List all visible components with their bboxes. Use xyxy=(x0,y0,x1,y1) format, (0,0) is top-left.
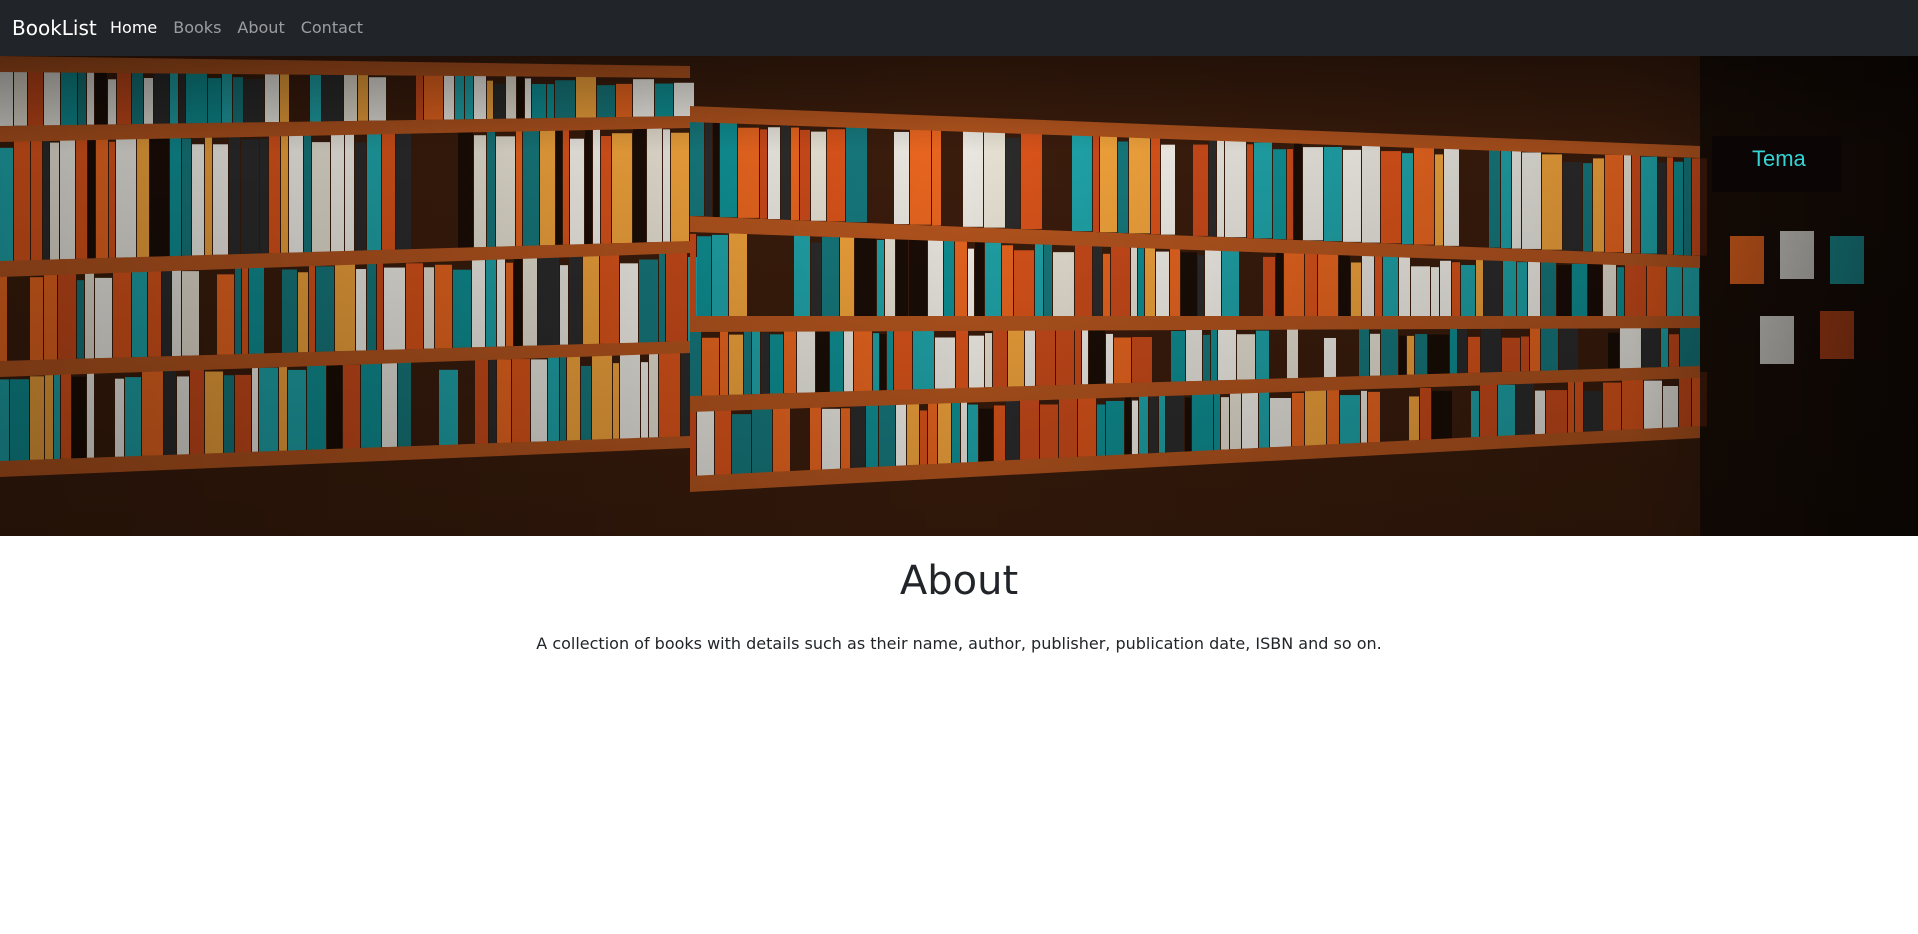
nav-links: Home Books About Contact xyxy=(110,0,379,56)
hero-bookshelf-image: Tema xyxy=(0,56,1918,536)
nav-link-books[interactable]: Books xyxy=(173,0,221,56)
nav-link-home[interactable]: Home xyxy=(110,0,157,56)
brand-logo-link[interactable]: BookList xyxy=(12,0,97,56)
nav-link-about[interactable]: About xyxy=(237,0,284,56)
about-description: A collection of books with details such … xyxy=(536,634,1382,653)
bookshelf-illustration: Tema xyxy=(0,56,1918,536)
top-navbar: BookList Home Books About Contact xyxy=(0,0,1918,56)
nav-link-contact[interactable]: Contact xyxy=(301,0,363,56)
about-heading: About xyxy=(899,558,1019,604)
tema-sign-text: Tema xyxy=(1752,146,1807,171)
